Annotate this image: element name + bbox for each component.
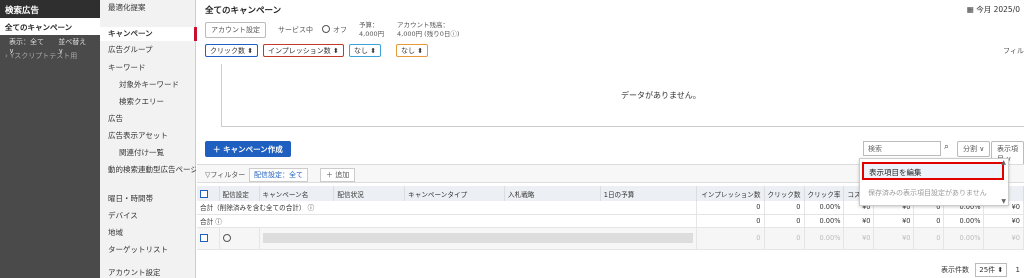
row-extra2: 0 (913, 227, 945, 250)
pagination: 表示件数 25件 ⬍ 1 (941, 263, 1020, 277)
off-label: オフ (333, 26, 347, 34)
row-cost: ¥0 (843, 227, 875, 250)
service-status-label: サービス中 (278, 26, 313, 34)
display-filter-dropdown[interactable]: 表示：全て ∨ (9, 37, 48, 55)
per-page-select[interactable]: 25件 ⬍ (975, 263, 1008, 277)
left-panel: 検索広告 全てのキャンペーン 表示：全て ∨ 並べ替え ∨ › Yスクリプトテス… (0, 0, 100, 278)
total-extra2: 0 (913, 214, 945, 228)
col-clicks[interactable]: クリック数 (764, 186, 805, 201)
calendar-icon: ▦ (966, 5, 977, 14)
col-ctr[interactable]: クリック率 (804, 186, 845, 201)
total-all-label: 合計（削除済みを含む全ての合計） ⓘ (197, 201, 697, 215)
filter-button[interactable]: ▽フィルター (205, 170, 245, 180)
search-input[interactable]: 検索 (863, 141, 941, 156)
table-row[interactable]: 0 0 0.00% ¥0 ¥0 0 0.00% ¥0 (197, 227, 1024, 250)
nav-keyword[interactable]: キーワード (100, 62, 196, 74)
no-data-message: データがありません。 (621, 91, 701, 100)
delivery-filter-chip[interactable]: 配信設定：全て (249, 168, 308, 182)
account-tree-item[interactable]: › Yスクリプトテスト用 (0, 49, 100, 63)
total-impressions: 0 (696, 214, 765, 228)
no-saved-settings-text: 保存済みの表示項目設定がありません (868, 189, 987, 197)
budget-value: 4,000円 (359, 30, 385, 38)
nav-target-list[interactable]: ターゲットリスト (100, 244, 196, 256)
total-ctr: 0.00% (804, 214, 845, 228)
col-campaign-type[interactable]: キャンペーンタイプ (404, 186, 506, 201)
col-campaign-name[interactable]: キャンペーン名 (259, 186, 335, 201)
search-icon[interactable]: ⌕ (944, 142, 949, 152)
total-extra4: ¥0 (983, 214, 1024, 228)
col-impressions[interactable]: インプレッション数 (696, 186, 765, 201)
nav-day-time[interactable]: 曜日・時間帯 (100, 193, 196, 205)
product-title: 検索広告 (0, 0, 100, 18)
select-all-checkbox[interactable] (197, 186, 220, 201)
total-label: 合計 ⓘ (197, 214, 697, 228)
sort-dropdown[interactable]: 並べ替え ∨ (58, 37, 91, 55)
row-ctr: 0.00% (804, 227, 845, 250)
page-title: 全てのキャンペーン (205, 6, 282, 16)
total-cost: ¥0 (843, 214, 875, 228)
total-extra3: 0.00% (943, 214, 985, 228)
main-content: 全てのキャンペーン ▦ 今月 2025/0 アカウント設定 サービス中 オフ 予… (197, 0, 1024, 278)
row-checkbox[interactable] (197, 227, 220, 250)
row-clicks: 0 (764, 227, 805, 250)
row-delivery-radio[interactable] (219, 227, 260, 250)
balance-value: 4,000円 (残り0日ⓘ) (397, 30, 460, 38)
nav-ad-assets[interactable]: 広告表示アセット (100, 130, 196, 142)
nav-device[interactable]: デバイス (100, 210, 196, 222)
row-extra3: 0.00% (943, 227, 985, 250)
split-dropdown[interactable]: 分割 ∨ (957, 141, 991, 157)
col-delivery-status[interactable]: 配信状況 (333, 186, 406, 201)
create-campaign-button[interactable]: ＋ キャンペーン作成 (205, 141, 291, 157)
nav-account-settings[interactable]: アカウント設定 (100, 267, 196, 278)
nav-optimization[interactable]: 最適化提案 (100, 2, 196, 14)
nav-dsa-pages[interactable]: 動的検索連動型広告ページ (100, 164, 196, 176)
display-items-menu: 表示項目を編集 保存済みの表示項目設定がありません ▲ ▼ (859, 158, 1009, 206)
off-radio[interactable] (322, 25, 330, 33)
col-daily-budget[interactable]: 1日の予算 (600, 186, 697, 201)
all-campaigns-item[interactable]: 全てのキャンペーン (0, 18, 100, 35)
scroll-down-icon[interactable]: ▼ (1001, 198, 1006, 205)
table-row: 合計 ⓘ 0 0 0.00% ¥0 ¥0 0 0.00% ¥0 (197, 214, 1024, 228)
metric-select-4[interactable]: なし ⬍ (396, 44, 429, 57)
account-settings-button[interactable]: アカウント設定 (205, 22, 266, 38)
row-extra1: ¥0 (873, 227, 915, 250)
col-bid-strategy[interactable]: 入札戦略 (504, 186, 601, 201)
row-placeholder (259, 227, 697, 250)
total-all-ctr: 0.00% (804, 201, 845, 215)
metric-select-1[interactable]: クリック数 ⬍ (205, 44, 259, 57)
metric-select-3[interactable]: なし ⬍ (349, 44, 382, 57)
metric-select-2[interactable]: インプレッション数 ⬍ (263, 44, 344, 57)
filter-cut-label: フィル (1003, 47, 1024, 55)
row-extra4: ¥0 (983, 227, 1024, 250)
total-clicks: 0 (764, 214, 805, 228)
row-impressions: 0 (696, 227, 765, 250)
scroll-up-icon[interactable]: ▲ (1001, 159, 1006, 166)
page-number[interactable]: 1 (1015, 266, 1019, 274)
nav-ads[interactable]: 広告 (100, 113, 196, 125)
nav-search-query[interactable]: 検索クエリー (100, 96, 196, 108)
add-filter-button[interactable]: ＋ 追加 (320, 168, 356, 182)
nav-campaign[interactable]: キャンペーン (100, 27, 197, 41)
nav-negative-keyword[interactable]: 対象外キーワード (100, 79, 196, 91)
per-page-label: 表示件数 (941, 266, 969, 274)
col-delivery-setting[interactable]: 配信設定 (219, 186, 260, 201)
total-all-clicks: 0 (764, 201, 805, 215)
nav-region[interactable]: 地域 (100, 227, 196, 239)
nav-ad-group[interactable]: 広告グループ (100, 44, 196, 56)
date-range-picker[interactable]: ▦ 今月 2025/0 (967, 4, 1020, 15)
nav-associations[interactable]: 関連付け一覧 (100, 147, 196, 159)
edit-display-items-menu-item[interactable]: 表示項目を編集 (862, 162, 1004, 180)
sidebar-nav: 最適化提案 キャンペーン 広告グループ キーワード 対象外キーワード 検索クエリ… (100, 0, 197, 278)
total-all-impressions: 0 (696, 201, 765, 215)
total-extra1: ¥0 (873, 214, 915, 228)
